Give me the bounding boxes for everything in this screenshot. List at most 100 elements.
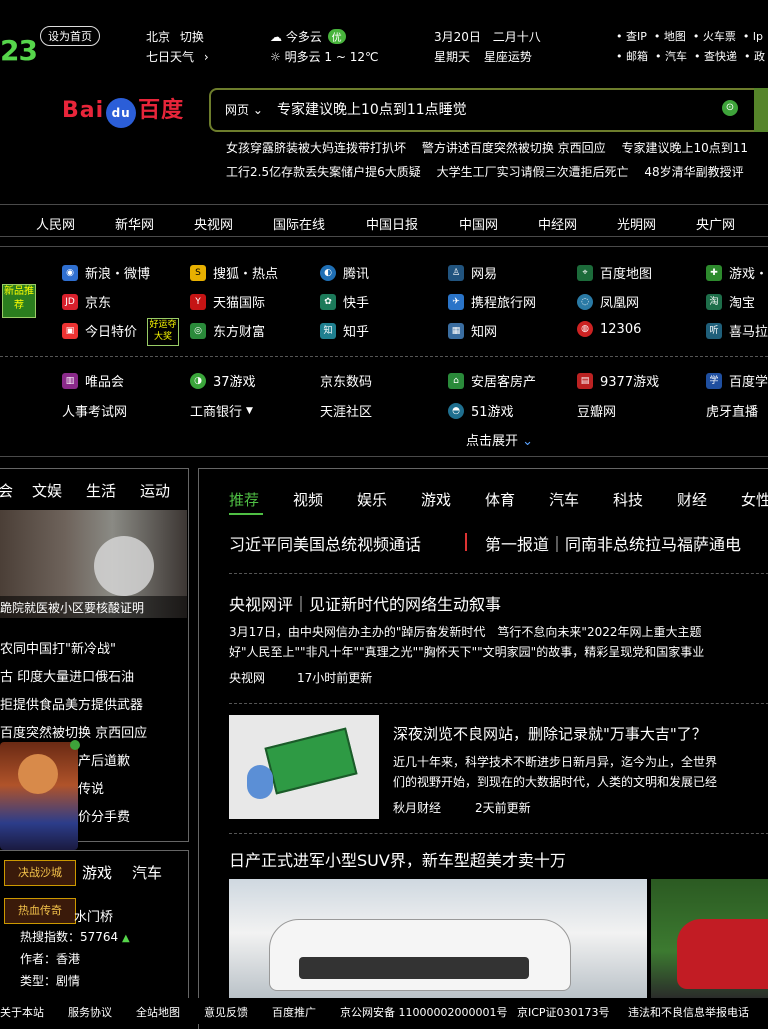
hot-search-link[interactable]: 专家建议晚上10点到11 xyxy=(622,141,749,155)
media-link[interactable]: 新华网 xyxy=(115,214,154,233)
site-link[interactable]: ◎ 东方财富 xyxy=(190,321,265,340)
site-link[interactable]: 听喜马拉 xyxy=(706,321,768,340)
site-link[interactable]: ▣ 今日特价 xyxy=(62,321,137,340)
drama-title[interactable]: 水门桥 xyxy=(74,906,113,925)
quick-link[interactable]: • 查IP xyxy=(616,30,647,43)
news-link[interactable]: 产后道歉 xyxy=(78,750,130,769)
left-tab[interactable]: 游戏 xyxy=(82,862,112,883)
article-title[interactable]: 央视网评｜见证新时代的网络生动叙事 xyxy=(229,591,501,615)
site-link[interactable]: Y 天猫国际 xyxy=(190,292,265,311)
site-link[interactable]: 工商银行 ▼ xyxy=(190,401,253,420)
site-link[interactable]: ⌖ 百度地图 xyxy=(577,263,652,282)
footer-link[interactable]: 全站地图 xyxy=(136,1004,180,1020)
news-link[interactable]: 拒提供食品美方提供武器 xyxy=(0,694,143,713)
week-weather-link[interactable]: 七日天气 › xyxy=(146,48,209,65)
media-link[interactable]: 人民网 xyxy=(36,214,75,233)
article-source[interactable]: 央视网 xyxy=(229,669,265,686)
site-link[interactable]: ♙ 网易 xyxy=(448,263,497,282)
media-link[interactable]: 中国日报 xyxy=(366,214,418,233)
site-link[interactable]: ◌ 凤凰网 xyxy=(577,292,639,311)
news-link[interactable]: 农同中国打"新冷战" xyxy=(0,638,116,657)
tomorrow-weather[interactable]: ☼ 明多云 1 ~ 12℃ xyxy=(270,48,378,65)
article-image-car[interactable] xyxy=(229,879,647,999)
site-link[interactable]: 人事考试网 xyxy=(62,401,127,420)
site-link[interactable]: ⌂ 安居客房产 xyxy=(448,371,536,390)
feed-tab-recommend[interactable]: 推荐 xyxy=(229,489,259,510)
feed-tab[interactable]: 游戏 xyxy=(421,489,451,510)
search-box[interactable]: 网页 ⌄ 专家建议晚上10点到11点睡觉 ⊙ xyxy=(209,88,768,132)
feed-tab[interactable]: 体育 xyxy=(485,489,515,510)
site-link[interactable]: S 搜狐・热点 xyxy=(190,263,278,282)
search-submit-button[interactable] xyxy=(754,88,768,132)
news-link[interactable]: 百度突然被切换 京西回应 xyxy=(0,722,147,741)
media-link[interactable]: 中经网 xyxy=(538,214,577,233)
quick-link[interactable]: • 地图 xyxy=(654,30,686,43)
site-link[interactable]: 学百度学 xyxy=(706,371,768,390)
feed-tab[interactable]: 汽车 xyxy=(549,489,579,510)
promo-lucky-draw[interactable]: 好运夺大奖 xyxy=(147,318,179,346)
footer-link[interactable]: 违法和不良信息举报电话 xyxy=(628,1004,749,1020)
site-link[interactable]: 京东数码 xyxy=(320,371,372,390)
media-link[interactable]: 光明网 xyxy=(617,214,656,233)
media-link[interactable]: 国际在线 xyxy=(273,214,325,233)
media-link[interactable]: 央视网 xyxy=(194,214,233,233)
quick-link[interactable]: • 政 xyxy=(744,50,765,63)
hot-search-link[interactable]: 48岁清华副教授评 xyxy=(644,165,743,179)
quick-link[interactable]: • lp xyxy=(743,30,763,43)
footer-link[interactable]: 京ICP证030173号 xyxy=(517,1004,610,1020)
feed-tab[interactable]: 娱乐 xyxy=(357,489,387,510)
site-link[interactable]: ◑ 37游戏 xyxy=(190,371,256,390)
horoscope-link[interactable]: 星座运势 xyxy=(484,50,532,64)
site-link[interactable]: ◍ 12306 xyxy=(577,321,641,337)
footer-link[interactable]: 京公网安备 11000002000001号 xyxy=(340,1004,507,1020)
footer-link[interactable]: 意见反馈 xyxy=(204,1004,248,1020)
news-photo[interactable]: 跪院就医被小区要核酸证明 xyxy=(0,510,187,618)
site-link[interactable]: ◉ 新浪・微博 xyxy=(62,263,150,282)
top-headline[interactable]: 第一报道｜同南非总统拉马福萨通电 xyxy=(485,531,741,555)
feed-tab[interactable]: 女性 xyxy=(741,489,768,510)
site-link[interactable]: 天涯社区 xyxy=(320,401,372,420)
news-link[interactable]: 传说 xyxy=(78,778,104,797)
expand-sites-button[interactable]: 点击展开 ⌄ xyxy=(466,430,533,449)
left-tab[interactable]: 文娱 xyxy=(32,480,62,501)
article-thumbnail[interactable] xyxy=(229,715,379,819)
article-title[interactable]: 日产正式进军小型SUV界，新车型超美才卖十万 xyxy=(229,847,566,871)
left-tab[interactable]: 会 xyxy=(0,480,13,501)
site-logo[interactable]: 23 xyxy=(0,34,38,67)
game-banner[interactable]: 决战沙城 xyxy=(4,860,76,886)
voice-search-icon[interactable]: ⊙ xyxy=(722,100,738,116)
feed-tab[interactable]: 财经 xyxy=(677,489,707,510)
site-link[interactable]: ◐ 腾讯 xyxy=(320,263,369,282)
site-link[interactable]: ✈ 携程旅行网 xyxy=(448,292,536,311)
hot-search-link[interactable]: 女孩穿露脐装被大妈连拨带打扒坏 xyxy=(226,141,406,155)
baidu-logo[interactable]: Bai du 百度 xyxy=(62,92,184,128)
footer-link[interactable]: 服务协议 xyxy=(68,1004,112,1020)
article-image-car[interactable] xyxy=(651,879,768,999)
article-title[interactable]: 深夜浏览不良网站，删除记录就"万事大吉"了？ xyxy=(393,723,707,744)
site-link[interactable]: ▤ 9377游戏 xyxy=(577,371,659,390)
game-banner[interactable]: 热血传奇 xyxy=(4,898,76,924)
site-link[interactable]: 豆瓣网 xyxy=(577,401,616,420)
hot-search-link[interactable]: 警方讲述百度突然被切换 京西回应 xyxy=(422,141,606,155)
site-link[interactable]: ✚ 游戏・ xyxy=(706,263,768,282)
today-weather[interactable]: ☁ 今多云 优 xyxy=(270,28,346,45)
switch-city-link[interactable]: 切换 xyxy=(180,30,204,44)
left-tab[interactable]: 生活 xyxy=(86,480,116,501)
hot-search-link[interactable]: 大学生工厂实习请假三次遭拒后死亡 xyxy=(437,165,629,179)
site-link[interactable]: ◓ 51游戏 xyxy=(448,401,514,420)
news-link[interactable]: 价分手费 xyxy=(78,806,130,825)
site-link[interactable]: 知知乎 xyxy=(320,321,369,340)
close-icon[interactable] xyxy=(70,740,80,750)
floating-game-ad[interactable] xyxy=(0,740,80,850)
news-link[interactable]: 古 印度大量进口俄石油 xyxy=(0,666,134,685)
footer-link[interactable]: 关于本站 xyxy=(0,1004,44,1020)
site-link[interactable]: ▥ 唯品会 xyxy=(62,371,124,390)
quick-link[interactable]: • 查快递 xyxy=(694,50,737,63)
quick-link[interactable]: • 邮箱 xyxy=(616,50,648,63)
site-link[interactable]: 虎牙直播 xyxy=(706,401,758,420)
feed-tab[interactable]: 视频 xyxy=(293,489,323,510)
promo-new-products[interactable]: 新品推荐 xyxy=(2,284,36,318)
top-headline[interactable]: 习近平同美国总统视频通话 xyxy=(229,531,421,555)
city-selector[interactable]: 北京 切换 xyxy=(146,28,204,45)
search-input[interactable]: 专家建议晚上10点到11点睡觉 xyxy=(277,99,467,119)
